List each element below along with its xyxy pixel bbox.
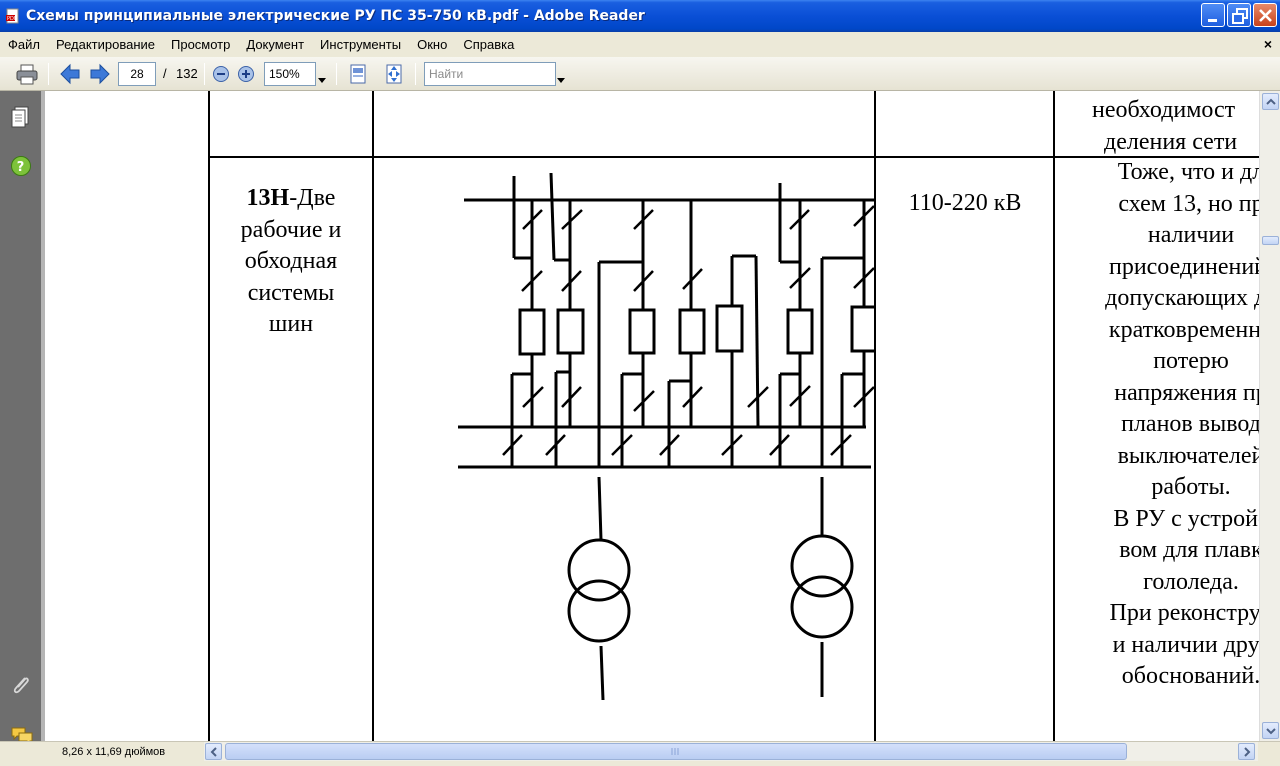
horizontal-scrollbar[interactable] <box>204 742 1258 761</box>
search-input[interactable]: Найти <box>424 62 556 86</box>
note-line: гололеда. <box>1143 568 1239 595</box>
arrow-left-icon <box>210 747 217 757</box>
svg-text:?: ? <box>17 160 25 175</box>
single-line-diagram <box>458 172 876 701</box>
scroll-right-button[interactable] <box>1238 743 1255 760</box>
search-dropdown-button[interactable] <box>557 71 565 89</box>
close-icon <box>1259 9 1272 22</box>
grip-icon <box>671 748 679 755</box>
toolbar: 28 / 132 150% Найти <box>0 57 1280 91</box>
print-icon <box>16 64 38 85</box>
fit-width-button[interactable] <box>382 62 406 91</box>
scroll-up-button[interactable] <box>1262 93 1279 110</box>
scroll-left-button[interactable] <box>205 743 222 760</box>
scheme-name-line: шин <box>268 311 314 337</box>
page-total: 132 <box>176 66 198 81</box>
note-line: схем 13, но пр <box>1118 190 1259 217</box>
scheme-code: 13Н <box>246 185 290 211</box>
note-line: наличии <box>1147 222 1235 248</box>
scroll-thumb[interactable] <box>1262 236 1279 245</box>
note-line: вом для плавк <box>1119 537 1259 563</box>
page-size-label: 8,26 x 11,69 дюймов <box>62 746 166 758</box>
scheme-name-line: системы <box>247 279 335 306</box>
note-line: планов вывод <box>1121 411 1259 437</box>
menu-bar: Файл Редактирование Просмотр Документ Ин… <box>0 32 1280 57</box>
search-placeholder: Найти <box>429 67 464 81</box>
scheme-name-line: рабочие и <box>240 216 342 243</box>
title-bar: PDF Схемы принципиальные электрические Р… <box>0 0 1280 32</box>
note-line: При реконструк <box>1109 600 1259 626</box>
voltage-value: 110-220 кВ <box>908 190 1022 216</box>
menu-document[interactable]: Документ <box>238 32 312 57</box>
attachments-icon <box>13 677 29 694</box>
next-page-icon <box>90 63 110 85</box>
note-line: кратковременну <box>1108 316 1259 343</box>
pdf-file-icon: PDF <box>5 8 21 24</box>
menu-window[interactable]: Окно <box>409 32 455 57</box>
scheme-name-line: обходная <box>244 248 338 274</box>
vertical-scrollbar[interactable] <box>1259 91 1280 741</box>
zoom-out-button[interactable] <box>212 65 230 88</box>
note-line: работы. <box>1151 474 1231 500</box>
pages-icon <box>11 106 29 128</box>
help-button[interactable]: ? <box>10 155 32 182</box>
previous-page-icon <box>60 63 80 85</box>
note-line: Тоже, что и дл <box>1117 159 1259 185</box>
menu-edit[interactable]: Редактирование <box>48 32 163 57</box>
scheme-name-cell: 13Н-Две рабочие и обходная системы шин <box>211 183 371 341</box>
close-document-button[interactable]: × <box>1264 32 1272 57</box>
page-number-input[interactable]: 28 <box>118 62 156 86</box>
print-button[interactable] <box>14 62 40 91</box>
note-line: деления сети <box>1104 128 1238 155</box>
scheme-name-line: -Две <box>289 185 336 211</box>
next-page-button[interactable] <box>88 62 112 91</box>
zoom-dropdown-button[interactable] <box>318 71 326 89</box>
zoom-in-button[interactable] <box>237 65 255 88</box>
zoom-level-input[interactable]: 150% <box>264 62 316 86</box>
minimize-icon <box>1208 19 1217 22</box>
status-bar: 8,26 x 11,69 дюймов <box>0 741 1280 766</box>
zoom-in-icon <box>238 66 254 82</box>
scroll-down-button[interactable] <box>1262 722 1279 739</box>
window-title: Схемы принципиальные электрические РУ ПС… <box>26 8 645 24</box>
note-line: потерю <box>1153 348 1229 374</box>
page-separator: / <box>163 66 167 81</box>
navigation-pane: ? <box>0 91 44 746</box>
help-icon: ? <box>11 156 31 176</box>
note-line: В РУ с устройс <box>1113 505 1259 532</box>
pages-button[interactable] <box>10 105 32 134</box>
note-line: допускающих да <box>1105 285 1259 311</box>
close-window-button[interactable] <box>1253 3 1277 27</box>
document-view[interactable]: необходимост деления сети 13Н-Две рабочи… <box>45 91 1259 741</box>
menu-file[interactable]: Файл <box>0 32 48 57</box>
horizontal-scroll-thumb[interactable] <box>225 743 1127 760</box>
minimize-button[interactable] <box>1201 3 1225 27</box>
notes-cell: Тоже, что и дл схем 13, но пр наличии пр… <box>1056 157 1259 693</box>
arrow-up-icon <box>1266 98 1276 105</box>
note-line: обоснований. <box>1121 663 1259 689</box>
previous-page-button[interactable] <box>58 62 82 91</box>
dropdown-arrow-icon <box>557 78 565 83</box>
fit-page-button[interactable] <box>346 62 370 91</box>
voltage-cell: 110-220 кВ <box>875 188 1055 220</box>
fit-page-icon <box>350 64 366 84</box>
menu-help[interactable]: Справка <box>455 32 522 57</box>
note-line: присоединений, <box>1108 253 1259 280</box>
dropdown-arrow-icon <box>318 78 326 83</box>
zoom-out-icon <box>213 66 229 82</box>
fit-width-icon <box>386 64 402 84</box>
note-line: и наличии друг <box>1112 631 1259 658</box>
menu-view[interactable]: Просмотр <box>163 32 238 57</box>
note-line: напряжения пр <box>1114 379 1259 406</box>
arrow-right-icon <box>1244 747 1251 757</box>
attachments-button[interactable] <box>10 673 32 702</box>
restore-icon <box>1232 8 1248 24</box>
previous-row-notes: необходимост деления сети <box>1061 95 1259 158</box>
maximize-button[interactable] <box>1227 3 1251 27</box>
note-line: выключателей <box>1117 442 1259 469</box>
note-line: необходимост <box>1092 97 1236 123</box>
menu-tools[interactable]: Инструменты <box>312 32 409 57</box>
arrow-down-icon <box>1266 728 1276 735</box>
svg-text:PDF: PDF <box>7 16 17 22</box>
